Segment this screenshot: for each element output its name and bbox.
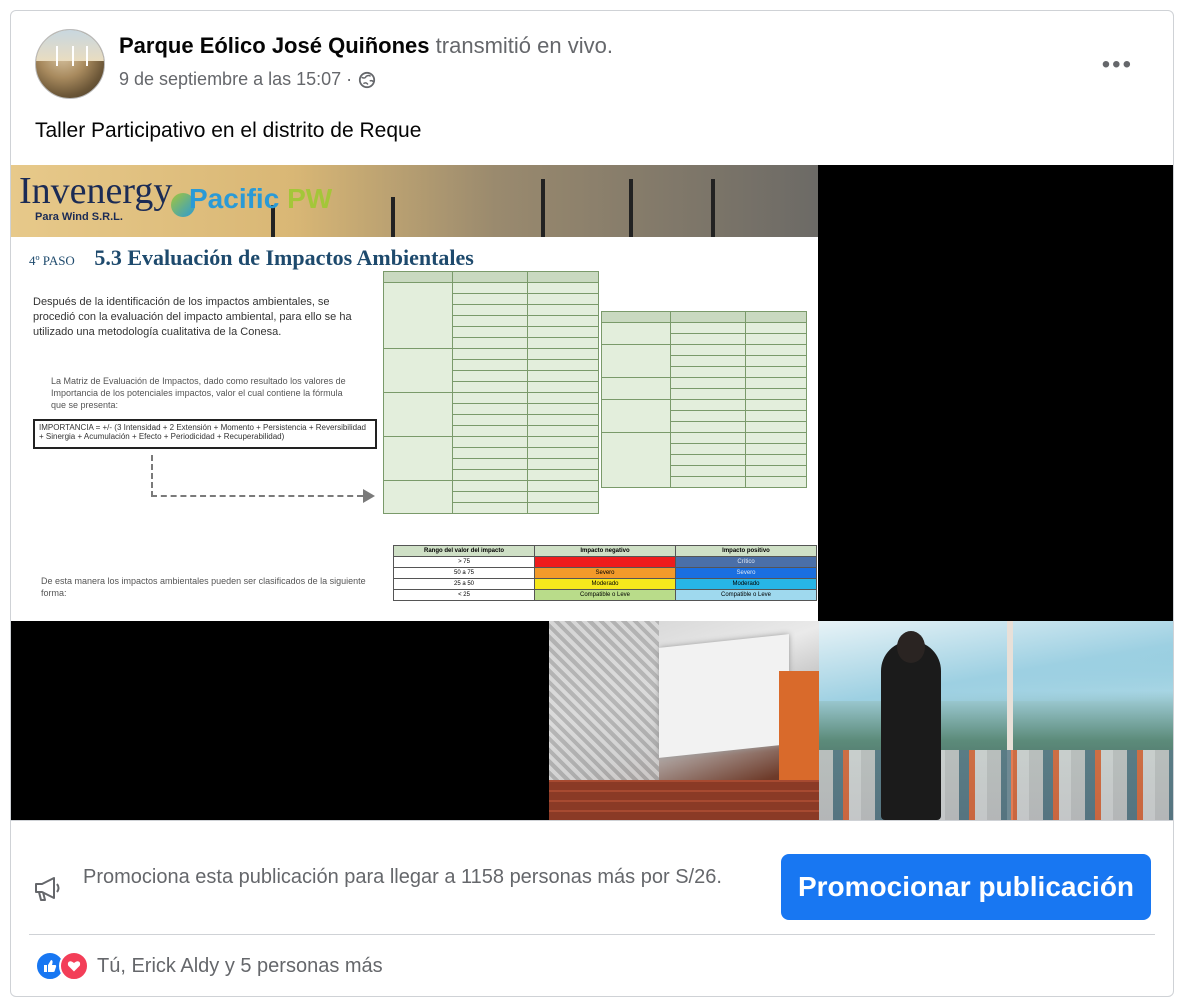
pacific-logo: Pacific PW	[189, 183, 333, 214]
slide-body-secondary: La Matriz de Evaluación de Impactos, dad…	[51, 376, 346, 410]
slide-body: Después de la identificación de los impa…	[33, 296, 352, 338]
more-options-button[interactable]: •••	[1102, 51, 1133, 79]
post-meta: 9 de septiembre a las 15:07 ·	[119, 69, 376, 90]
post-card: Parque Eólico José Quiñones transmitió e…	[10, 10, 1174, 997]
promote-post-button[interactable]: Promocionar publicación	[781, 854, 1151, 920]
invenergy-logo: Invenergy	[19, 170, 173, 212]
post-title: Parque Eólico José Quiñones transmitió e…	[119, 33, 613, 59]
post-date-link[interactable]: 9 de septiembre a las 15:07 ·	[119, 69, 352, 90]
slide-heading: 4º PASO 5.3 Evaluación de Impactos Ambie…	[29, 245, 474, 270]
globe-icon[interactable]	[358, 71, 376, 89]
slide-arrow	[151, 455, 375, 503]
promote-bar: Promociona esta publicación para llegar …	[11, 820, 1173, 935]
megaphone-icon	[35, 877, 60, 901]
post-header: Parque Eólico José Quiñones transmitió e…	[11, 11, 1173, 171]
slide-step: 4º PASO	[29, 253, 75, 268]
live-video[interactable]: Invenergy Para Wind S.R.L. Pacific PW 4º…	[11, 165, 1173, 820]
impact-table-left	[383, 271, 599, 514]
presentation-slide: Invenergy Para Wind S.R.L. Pacific PW 4º…	[11, 165, 818, 621]
impact-table-right	[601, 311, 807, 488]
page-avatar[interactable]	[35, 29, 105, 99]
slide-formula: IMPORTANCIA = +/- (3 Intensidad + 2 Exte…	[33, 419, 377, 449]
reactions-text: Tú, Erick Aldy y 5 personas más	[97, 954, 383, 977]
divider	[29, 934, 1155, 935]
camera-feed-projector	[549, 621, 819, 820]
reactions-summary[interactable]: Tú, Erick Aldy y 5 personas más	[35, 951, 383, 981]
invenergy-subtitle: Para Wind S.R.L.	[35, 211, 123, 223]
post-action: transmitió en vivo.	[435, 33, 613, 58]
promote-text: Promociona esta publicación para llegar …	[83, 866, 722, 888]
camera-feed-speaker	[819, 621, 1173, 820]
impact-legend-table: Rango del valor del impacto Impacto nega…	[393, 545, 817, 601]
slide-footer: De esta manera los impactos ambientales …	[41, 576, 366, 598]
page-name-link[interactable]: Parque Eólico José Quiñones	[119, 33, 430, 58]
love-icon	[59, 951, 89, 981]
post-text: Taller Participativo en el distrito de R…	[35, 119, 422, 142]
